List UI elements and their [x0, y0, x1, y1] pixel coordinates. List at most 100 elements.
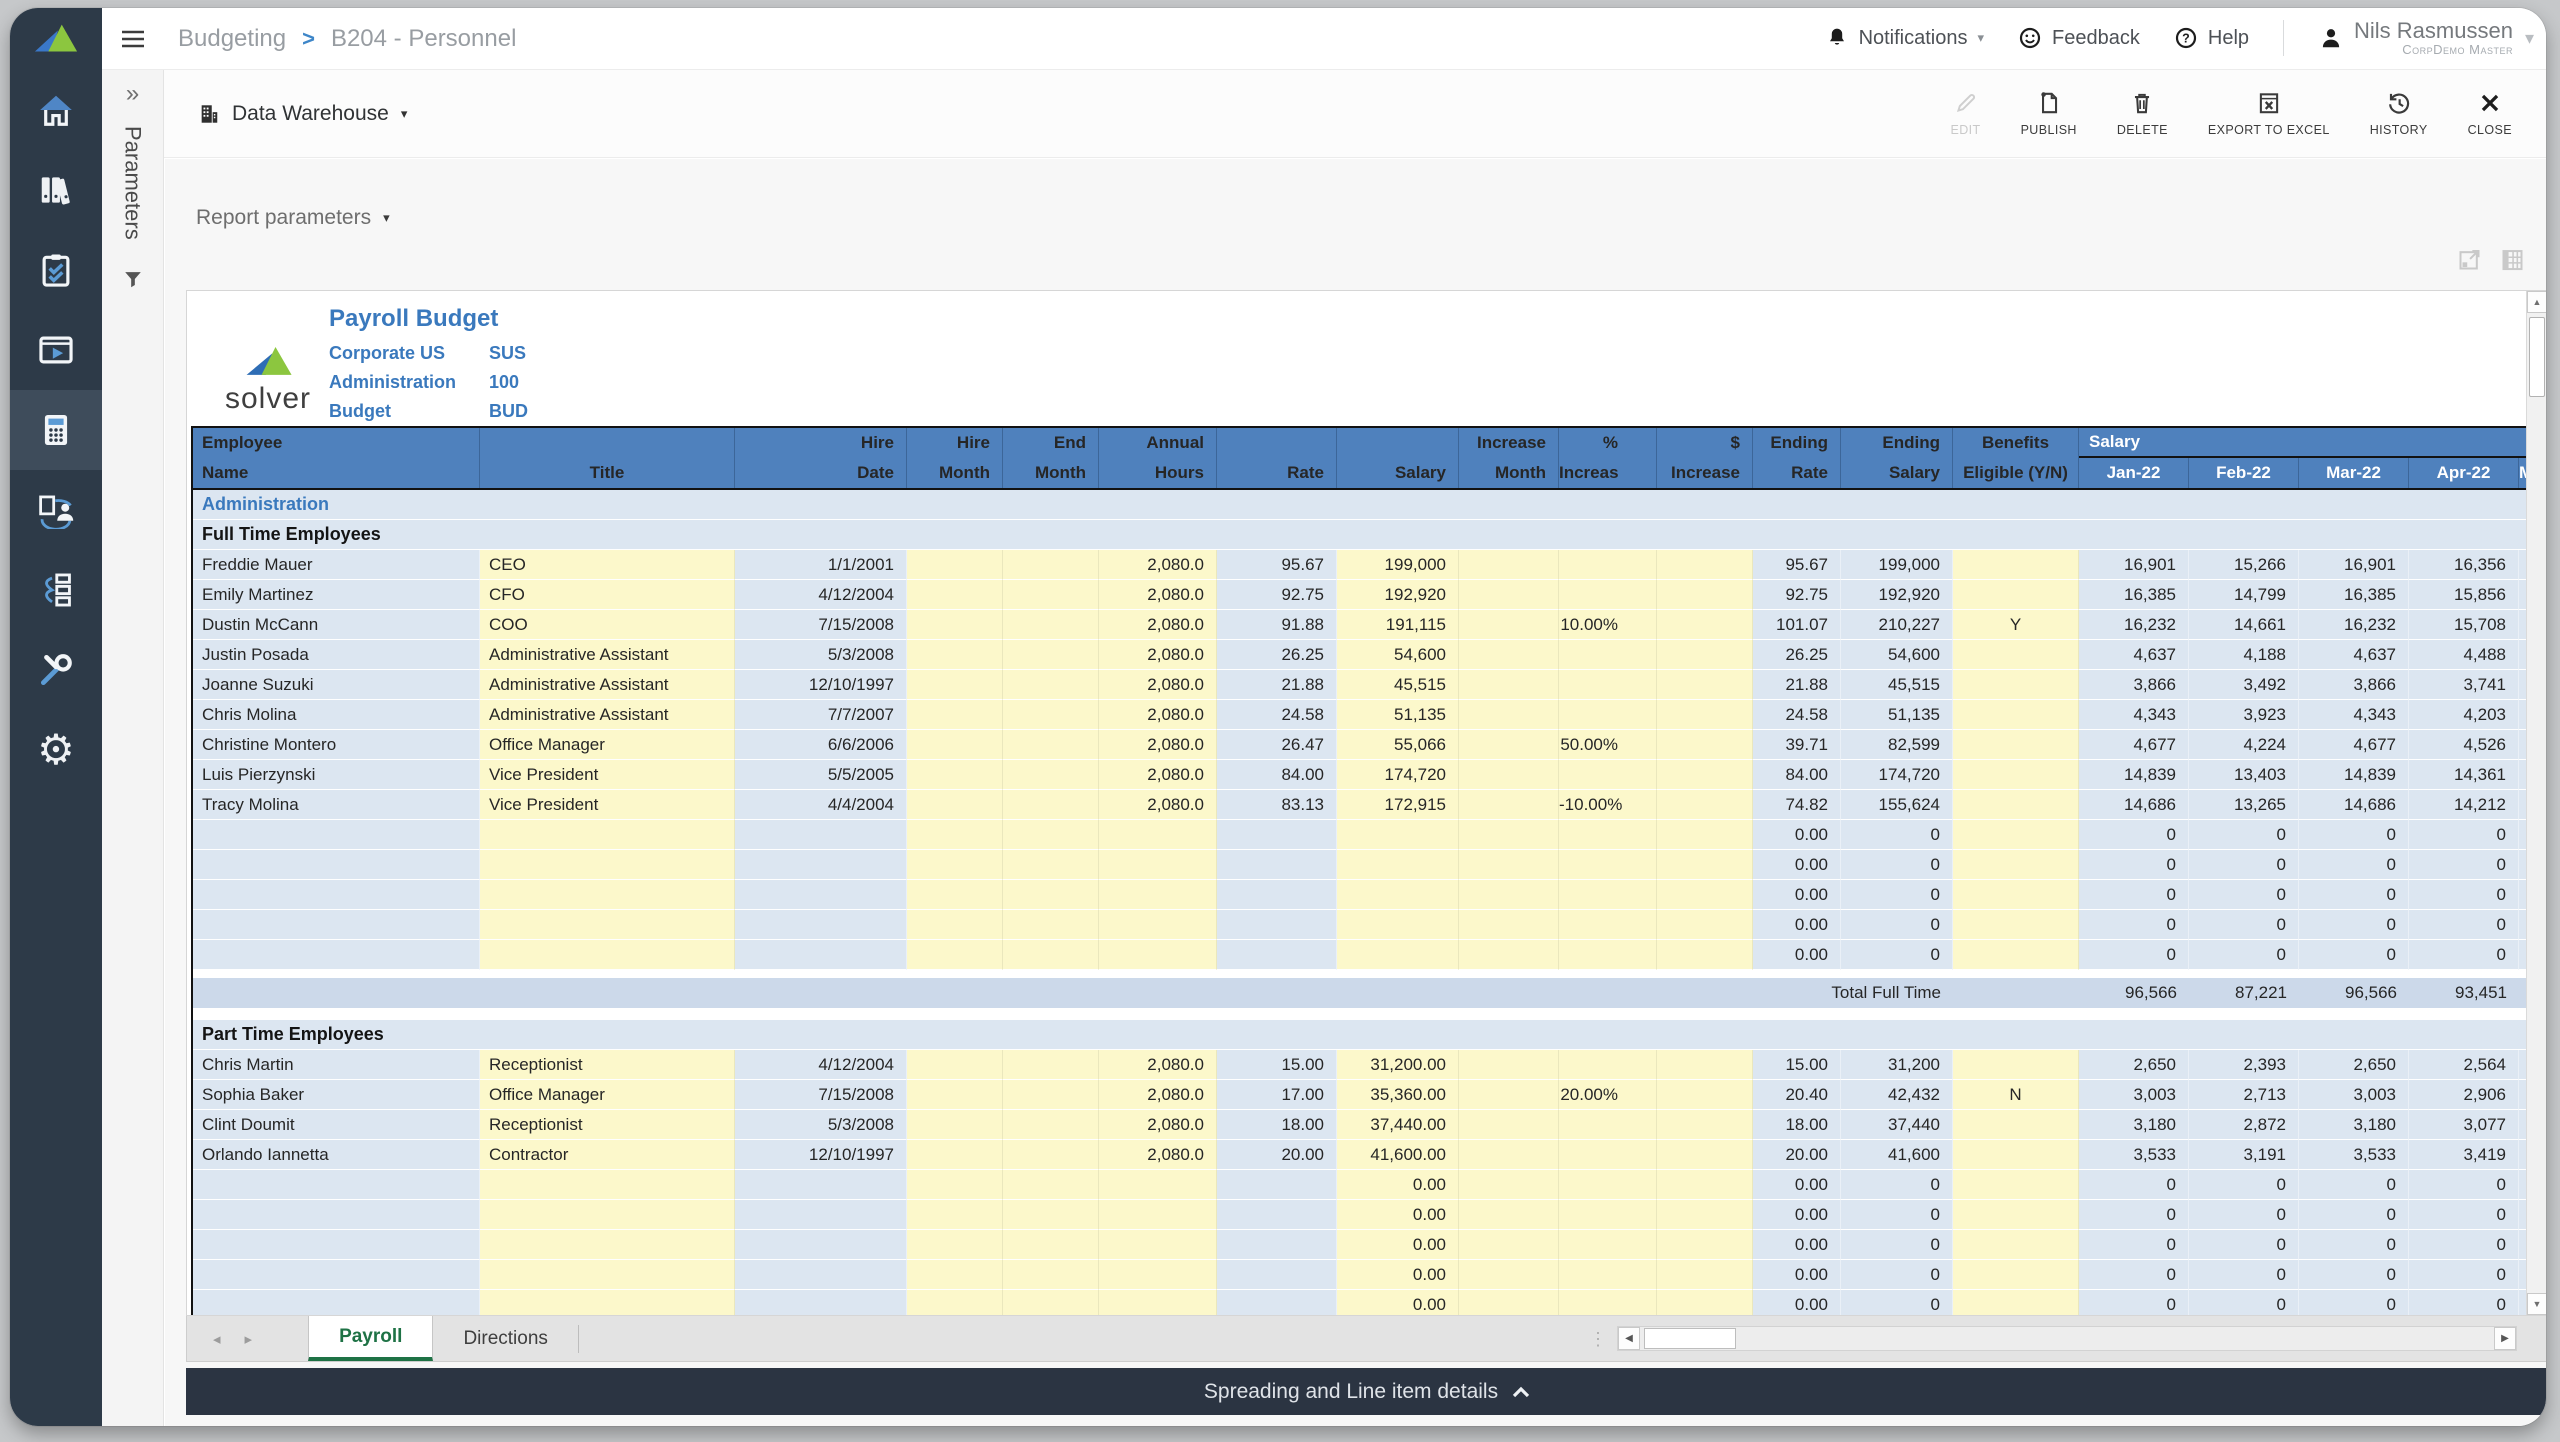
cell[interactable]: [907, 610, 1003, 640]
scroll-right-button[interactable]: ▶: [2494, 1327, 2516, 1350]
feedback-button[interactable]: Feedback: [2018, 26, 2140, 50]
cell[interactable]: [1099, 850, 1217, 880]
cell[interactable]: [1657, 910, 1753, 940]
cell[interactable]: [1657, 700, 1753, 730]
cell[interactable]: [1459, 1260, 1559, 1290]
cell[interactable]: [1559, 1050, 1657, 1080]
cell[interactable]: [1003, 1260, 1099, 1290]
cell[interactable]: [1003, 580, 1099, 610]
cell[interactable]: 10.00%: [1559, 610, 1657, 640]
cell[interactable]: COO: [480, 610, 735, 640]
cell[interactable]: [1003, 790, 1099, 820]
cell[interactable]: [1657, 1050, 1753, 1080]
cell[interactable]: [1099, 910, 1217, 940]
scroll-down-button[interactable]: ▼: [2527, 1293, 2546, 1315]
cell[interactable]: [1459, 760, 1559, 790]
cell[interactable]: 2,080.0: [1099, 730, 1217, 760]
publish-button[interactable]: PUBLISH: [2021, 90, 2077, 137]
cell[interactable]: [1657, 550, 1753, 580]
cell[interactable]: [1099, 820, 1217, 850]
cell[interactable]: [1657, 580, 1753, 610]
history-button[interactable]: HISTORY: [2370, 90, 2428, 137]
cell[interactable]: [907, 640, 1003, 670]
vertical-scrollbar[interactable]: ▲ ▼: [2526, 291, 2546, 1315]
cell[interactable]: 2,080.0: [1099, 1050, 1217, 1080]
cell[interactable]: 51,135: [1337, 700, 1459, 730]
cell[interactable]: [1003, 670, 1099, 700]
cell[interactable]: 172,915: [1337, 790, 1459, 820]
cell[interactable]: [1559, 1230, 1657, 1260]
sidebar-item-administration[interactable]: [10, 630, 102, 710]
cell[interactable]: [1099, 1170, 1217, 1200]
cell[interactable]: [1003, 1290, 1099, 1315]
cell[interactable]: [1459, 1050, 1559, 1080]
cell[interactable]: [1657, 940, 1753, 970]
data-source-dropdown[interactable]: Data Warehouse ▾: [198, 102, 407, 126]
cell[interactable]: [1003, 1080, 1099, 1110]
vertical-scrollbar-thumb[interactable]: [2529, 317, 2545, 397]
menu-icon[interactable]: [120, 29, 146, 49]
cell[interactable]: [1459, 580, 1559, 610]
cell[interactable]: [907, 1140, 1003, 1170]
cell[interactable]: [1657, 1140, 1753, 1170]
cell[interactable]: [907, 550, 1003, 580]
cell[interactable]: [1003, 910, 1099, 940]
cell[interactable]: Contractor: [480, 1140, 735, 1170]
horizontal-scrollbar-track[interactable]: ◀ ▶: [1617, 1326, 2517, 1351]
sidebar-item-report-player[interactable]: [10, 310, 102, 390]
expand-panel-icon[interactable]: »: [102, 80, 163, 108]
cell[interactable]: [480, 1260, 735, 1290]
cell[interactable]: [1559, 700, 1657, 730]
cell[interactable]: [1003, 700, 1099, 730]
sidebar-item-workflow[interactable]: [10, 470, 102, 550]
cell[interactable]: [1099, 1290, 1217, 1315]
cell[interactable]: 0.00: [1337, 1260, 1459, 1290]
cell[interactable]: [1657, 850, 1753, 880]
cell[interactable]: [1559, 640, 1657, 670]
cell[interactable]: [1099, 940, 1217, 970]
cell[interactable]: 0.00: [1337, 1290, 1459, 1315]
cell[interactable]: [1657, 1230, 1753, 1260]
cell[interactable]: [1953, 700, 2079, 730]
cell[interactable]: [480, 1230, 735, 1260]
cell[interactable]: [1337, 880, 1459, 910]
cell[interactable]: [1559, 580, 1657, 610]
cell[interactable]: [1953, 550, 2079, 580]
cell[interactable]: 55,066: [1337, 730, 1459, 760]
cell[interactable]: CFO: [480, 580, 735, 610]
cell[interactable]: [480, 910, 735, 940]
help-button[interactable]: ? Help: [2174, 26, 2249, 50]
cell[interactable]: [1953, 880, 2079, 910]
cell[interactable]: [1003, 940, 1099, 970]
cell[interactable]: [1953, 790, 2079, 820]
sidebar-item-data-integration[interactable]: [10, 550, 102, 630]
cell[interactable]: 0.00: [1337, 1200, 1459, 1230]
cell[interactable]: Y: [1953, 610, 2079, 640]
grid-view-icon[interactable]: [2499, 246, 2526, 273]
cell[interactable]: [907, 940, 1003, 970]
delete-button[interactable]: DELETE: [2117, 90, 2168, 137]
cell[interactable]: [1003, 820, 1099, 850]
cell[interactable]: Administrative Assistant: [480, 700, 735, 730]
cell[interactable]: [1003, 640, 1099, 670]
sidebar-item-assignments[interactable]: [10, 230, 102, 310]
cell[interactable]: [1953, 1290, 2079, 1315]
filter-icon[interactable]: [122, 268, 144, 290]
cell[interactable]: [1657, 610, 1753, 640]
cell[interactable]: Vice President: [480, 760, 735, 790]
open-in-window-icon[interactable]: [2456, 246, 2483, 273]
cell[interactable]: 50.00%: [1559, 730, 1657, 760]
cell[interactable]: [1459, 940, 1559, 970]
next-sheet-icon[interactable]: ▸: [245, 1330, 253, 1348]
cell[interactable]: 54,600: [1337, 640, 1459, 670]
cell[interactable]: [1459, 670, 1559, 700]
cell[interactable]: [907, 1080, 1003, 1110]
cell[interactable]: [1003, 550, 1099, 580]
cell[interactable]: [1099, 1260, 1217, 1290]
cell[interactable]: [1003, 1140, 1099, 1170]
cell[interactable]: 2,080.0: [1099, 670, 1217, 700]
cell[interactable]: [1559, 760, 1657, 790]
cell[interactable]: 2,080.0: [1099, 700, 1217, 730]
cell[interactable]: [480, 940, 735, 970]
cell[interactable]: 20.00%: [1559, 1080, 1657, 1110]
